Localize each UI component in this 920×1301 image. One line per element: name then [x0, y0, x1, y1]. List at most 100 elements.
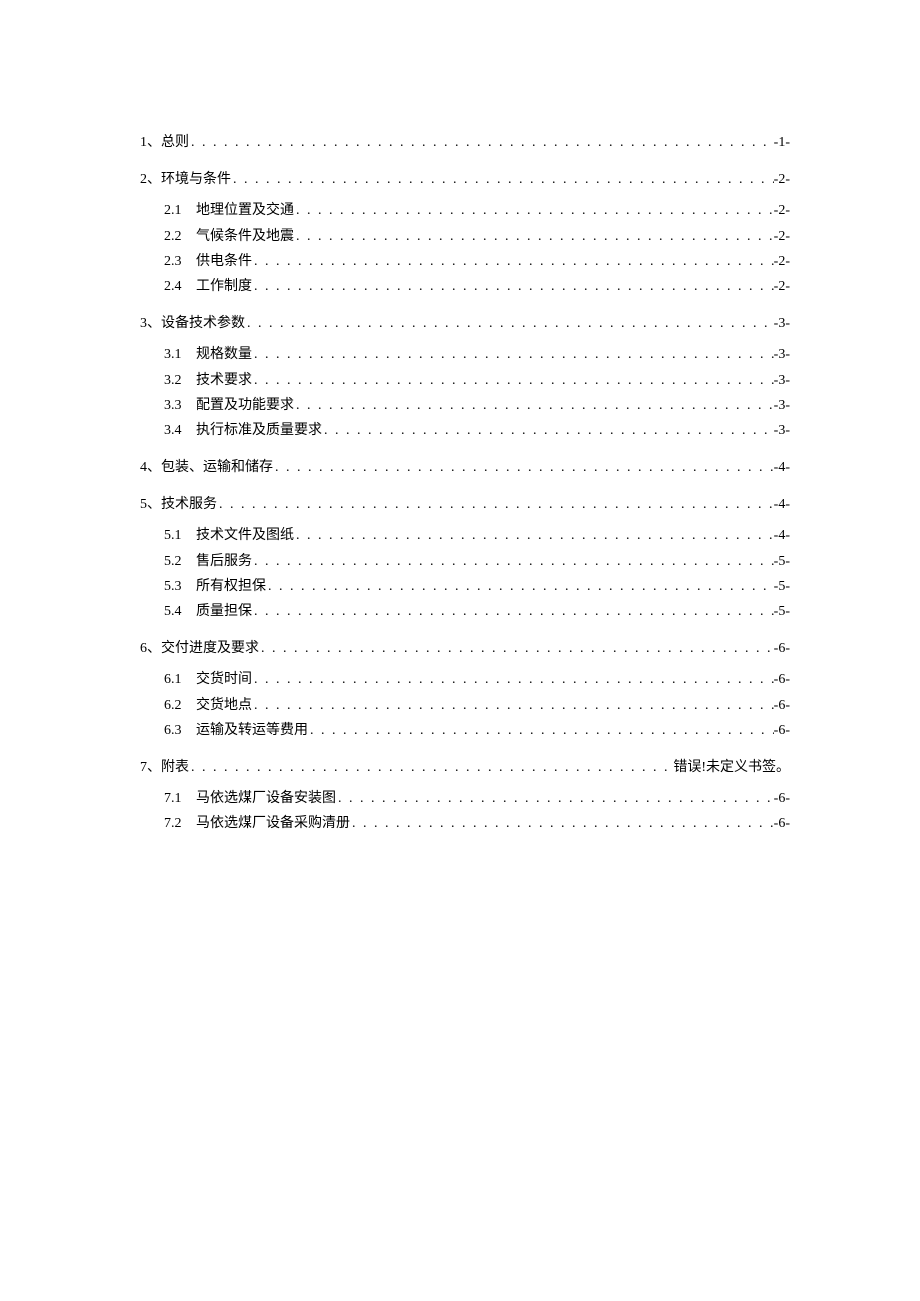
toc-page-number: -3- — [774, 393, 790, 418]
toc-title: 环境与条件 — [161, 167, 231, 192]
toc-title: 马依选煤厂设备采购清册 — [196, 811, 350, 836]
toc-title: 供电条件 — [196, 249, 252, 274]
toc-entry-sub: 3.2技术要求-3- — [140, 368, 790, 393]
toc-number: 6、 — [140, 636, 161, 661]
toc-title: 包装、运输和储存 — [161, 455, 273, 480]
toc-title: 技术服务 — [161, 492, 217, 517]
toc-number: 5.2 — [164, 549, 196, 574]
toc-leader-dots — [266, 574, 774, 599]
toc-number: 6.2 — [164, 693, 196, 718]
toc-page-number: 错误!未定义书签。 — [673, 755, 790, 780]
toc-page-number: -2- — [774, 224, 790, 249]
toc-children: 7.1马依选煤厂设备安装图-6-7.2马依选煤厂设备采购清册 -6- — [140, 786, 790, 836]
toc-number: 2.3 — [164, 249, 196, 274]
toc-page-number: -5- — [774, 599, 790, 624]
toc-entry-sub: 3.1规格数量-3- — [140, 342, 790, 367]
toc-entry-sub: 2.2气候条件及地震-2- — [140, 224, 790, 249]
toc-entry-main: 7、附表错误!未定义书签。 — [140, 755, 790, 780]
toc-leader-dots — [189, 130, 774, 155]
toc-children: 6.1交货时间-6-6.2交货地点-6-6.3运输及转运等费用-6- — [140, 667, 790, 743]
toc-entry-sub: 5.3所有权担保-5- — [140, 574, 790, 599]
toc-entry-sub: 7.1马依选煤厂设备安装图-6- — [140, 786, 790, 811]
toc-page-number: -2- — [774, 274, 790, 299]
toc-children: 5.1技术文件及图纸 -4-5.2售后服务-5-5.3所有权担保-5-5.4质量担… — [140, 523, 790, 624]
toc-title: 工作制度 — [196, 274, 252, 299]
toc-title: 交货时间 — [196, 667, 252, 692]
toc-page-number: -3- — [774, 311, 790, 336]
toc-section: 6、交付进度及要求-6-6.1交货时间-6-6.2交货地点-6-6.3运输及转运… — [140, 636, 790, 743]
toc-page-number: -2- — [774, 167, 790, 192]
toc-page-number: -4- — [774, 523, 790, 548]
toc-number: 6.3 — [164, 718, 196, 743]
toc-leader-dots — [294, 224, 774, 249]
toc-section: 5、技术服务-4-5.1技术文件及图纸-4-5.2售后服务-5-5.3所有权担保… — [140, 492, 790, 624]
toc-section: 7、附表错误!未定义书签。7.1马依选煤厂设备安装图-6-7.2马依选煤厂设备采… — [140, 755, 790, 837]
toc-leader-dots — [252, 549, 774, 574]
toc-page-number: -6- — [774, 811, 790, 836]
toc-leader-dots — [252, 693, 774, 718]
toc-leader-dots — [252, 667, 774, 692]
toc-page-number: -5- — [774, 574, 790, 599]
toc-leader-dots — [294, 198, 774, 223]
toc-title: 交货地点 — [196, 693, 252, 718]
toc-section: 4、包装、运输和储存-4- — [140, 455, 790, 480]
toc-title: 执行标准及质量要求 — [196, 418, 322, 443]
toc-leader-dots — [252, 342, 774, 367]
toc-leader-dots — [252, 599, 774, 624]
toc-entry-main: 3、设备技术参数-3- — [140, 311, 790, 336]
toc-page-number: -6- — [774, 667, 790, 692]
toc-section: 1、总则-1- — [140, 130, 790, 155]
toc-page-number: -2- — [774, 198, 790, 223]
toc-title: 交付进度及要求 — [161, 636, 259, 661]
toc-section: 2、环境与条件-2-2.1地理位置及交通-2-2.2气候条件及地震-2-2.3供… — [140, 167, 790, 299]
toc-number: 5.4 — [164, 599, 196, 624]
toc-page-number: -6- — [774, 718, 790, 743]
toc-number: 5.1 — [164, 523, 196, 548]
toc-leader-dots — [252, 249, 774, 274]
toc-number: 7.1 — [164, 786, 196, 811]
toc-page-number: -6- — [774, 693, 790, 718]
toc-leader-dots — [294, 523, 774, 548]
toc-number: 3.2 — [164, 368, 196, 393]
toc-entry-sub: 3.3配置及功能要求-3- — [140, 393, 790, 418]
toc-entry-sub: 2.1地理位置及交通-2- — [140, 198, 790, 223]
toc-leader-dots — [336, 786, 774, 811]
toc-number: 6.1 — [164, 667, 196, 692]
toc-page-number: -5- — [774, 549, 790, 574]
toc-leader-dots — [350, 811, 774, 836]
toc-leader-dots — [231, 167, 774, 192]
toc-entry-sub: 7.2马依选煤厂设备采购清册 -6- — [140, 811, 790, 836]
toc-children: 3.1规格数量-3-3.2技术要求-3-3.3配置及功能要求-3-3.4执行标准… — [140, 342, 790, 443]
toc-page-number: -3- — [774, 342, 790, 367]
toc-number: 3.4 — [164, 418, 196, 443]
toc-page-number: -3- — [774, 418, 790, 443]
toc-title: 技术文件及图纸 — [196, 523, 294, 548]
toc-page-number: -3- — [774, 368, 790, 393]
toc-page-number: -4- — [774, 492, 790, 517]
toc-leader-dots — [273, 455, 774, 480]
toc-number: 7.2 — [164, 811, 196, 836]
toc-leader-dots — [322, 418, 774, 443]
toc-number: 2、 — [140, 167, 161, 192]
toc-number: 2.2 — [164, 224, 196, 249]
toc-entry-sub: 5.1技术文件及图纸 -4- — [140, 523, 790, 548]
toc-entry-sub: 6.3运输及转运等费用-6- — [140, 718, 790, 743]
toc-entry-main: 4、包装、运输和储存-4- — [140, 455, 790, 480]
toc-number: 3.3 — [164, 393, 196, 418]
toc-children: 2.1地理位置及交通-2-2.2气候条件及地震-2-2.3供电条件-2-2.4工… — [140, 198, 790, 299]
toc-leader-dots — [294, 393, 774, 418]
toc-entry-sub: 5.4质量担保 -5- — [140, 599, 790, 624]
toc-leader-dots — [308, 718, 774, 743]
toc-number: 2.1 — [164, 198, 196, 223]
toc-entry-sub: 5.2售后服务-5- — [140, 549, 790, 574]
toc-entry-sub: 6.2交货地点 -6- — [140, 693, 790, 718]
toc-title: 附表 — [161, 755, 189, 780]
toc-number: 3.1 — [164, 342, 196, 367]
toc-title: 质量担保 — [196, 599, 252, 624]
toc-number: 5.3 — [164, 574, 196, 599]
toc-number: 1、 — [140, 130, 161, 155]
toc-entry-sub: 2.4工作制度 -2- — [140, 274, 790, 299]
toc-entry-main: 1、总则-1- — [140, 130, 790, 155]
toc-page-number: -6- — [774, 786, 790, 811]
toc-number: 2.4 — [164, 274, 196, 299]
